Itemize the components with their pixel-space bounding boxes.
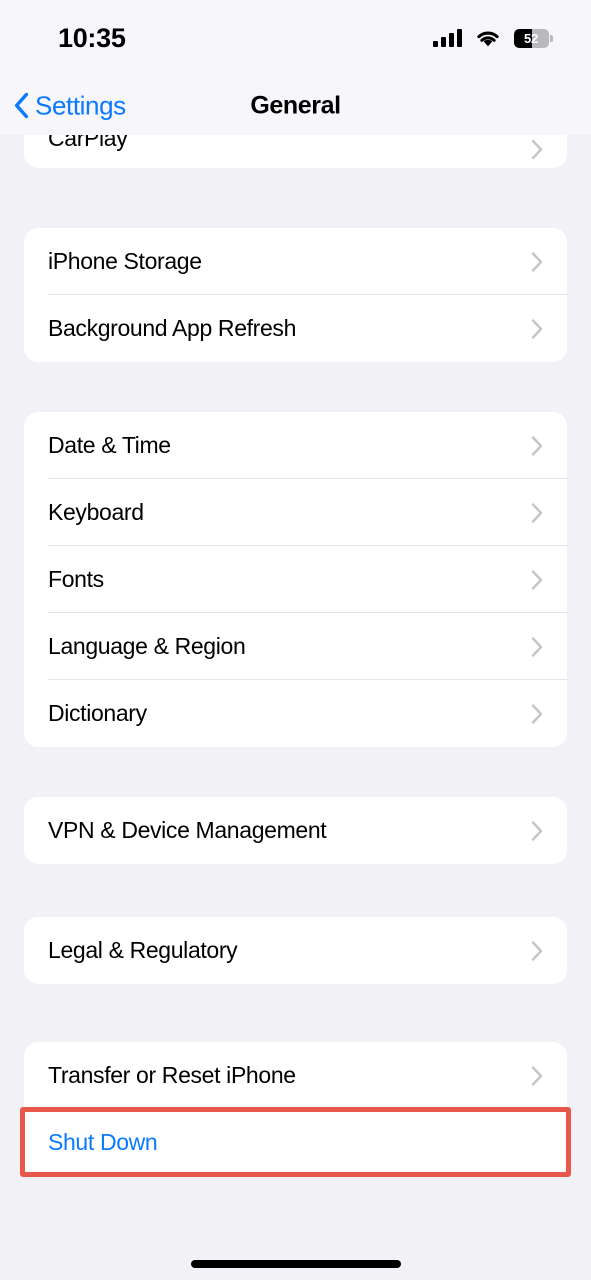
iphone-screen: 10:35 52 Settings General CarPlay iPhone…	[0, 0, 591, 1280]
status-bar: 10:35 52	[0, 0, 591, 76]
settings-row-label: Date & Time	[48, 432, 171, 458]
settings-row-label: iPhone Storage	[48, 248, 202, 274]
localization-section: Date & Time Keyboard Fonts Language & Regio…	[24, 412, 567, 747]
settings-row-label: Transfer or Reset iPhone	[48, 1062, 296, 1088]
chevron-right-icon	[531, 703, 543, 724]
chevron-right-icon	[531, 1065, 543, 1086]
carplay-section: CarPlay	[24, 125, 567, 168]
chevron-right-icon	[531, 636, 543, 657]
chevron-right-icon	[531, 139, 543, 160]
settings-row-vpn-device-management[interactable]: VPN & Device Management	[24, 797, 567, 864]
cellular-signal-icon	[433, 29, 462, 47]
status-bar-clock: 10:35	[58, 22, 126, 53]
chevron-right-icon	[531, 820, 543, 841]
settings-row-keyboard[interactable]: Keyboard	[24, 479, 567, 546]
chevron-right-icon	[531, 940, 543, 961]
settings-row-transfer-or-reset-iphone[interactable]: Transfer or Reset iPhone	[24, 1042, 567, 1109]
settings-row-date-time[interactable]: Date & Time	[24, 412, 567, 479]
settings-row-language-region[interactable]: Language & Region	[24, 613, 567, 680]
settings-row-label: VPN & Device Management	[48, 817, 327, 843]
settings-row-iphone-storage[interactable]: iPhone Storage	[24, 228, 567, 295]
chevron-right-icon	[531, 318, 543, 339]
settings-row-label: Dictionary	[48, 700, 147, 726]
wifi-icon	[475, 29, 501, 48]
battery-icon: 52	[514, 28, 553, 48]
settings-row-label: Shut Down	[48, 1129, 158, 1155]
legal-section: Legal & Regulatory	[24, 917, 567, 984]
chevron-right-icon	[531, 502, 543, 523]
settings-row-label: Fonts	[48, 566, 104, 592]
settings-row-legal-regulatory[interactable]: Legal & Regulatory	[24, 917, 567, 984]
settings-row-label: Keyboard	[48, 499, 144, 525]
status-bar-icons: 52	[433, 28, 553, 48]
settings-row-shut-down[interactable]: Shut Down	[24, 1109, 567, 1176]
vpn-section: VPN & Device Management	[24, 797, 567, 864]
reset-section: Transfer or Reset iPhone Shut Down	[24, 1042, 567, 1176]
chevron-right-icon	[531, 435, 543, 456]
chevron-right-icon	[531, 251, 543, 272]
home-indicator	[190, 1260, 401, 1268]
storage-section: iPhone Storage Background App Refresh	[24, 228, 567, 362]
chevron-right-icon	[531, 569, 543, 590]
battery-percent-label: 52	[523, 30, 539, 46]
settings-row-label: Background App Refresh	[48, 315, 297, 341]
page-title: General	[250, 91, 341, 119]
settings-row-fonts[interactable]: Fonts	[24, 546, 567, 613]
settings-row-carplay[interactable]: CarPlay	[24, 125, 567, 168]
settings-row-background-app-refresh[interactable]: Background App Refresh	[24, 295, 567, 362]
navigation-bar: Settings General	[0, 76, 591, 135]
settings-row-dictionary[interactable]: Dictionary	[24, 680, 567, 747]
settings-row-label: Legal & Regulatory	[48, 937, 238, 963]
settings-list[interactable]: CarPlay iPhone Storage Background App Refr…	[0, 125, 591, 1280]
battery-cap	[550, 34, 553, 42]
settings-row-label: Language & Region	[48, 633, 246, 659]
